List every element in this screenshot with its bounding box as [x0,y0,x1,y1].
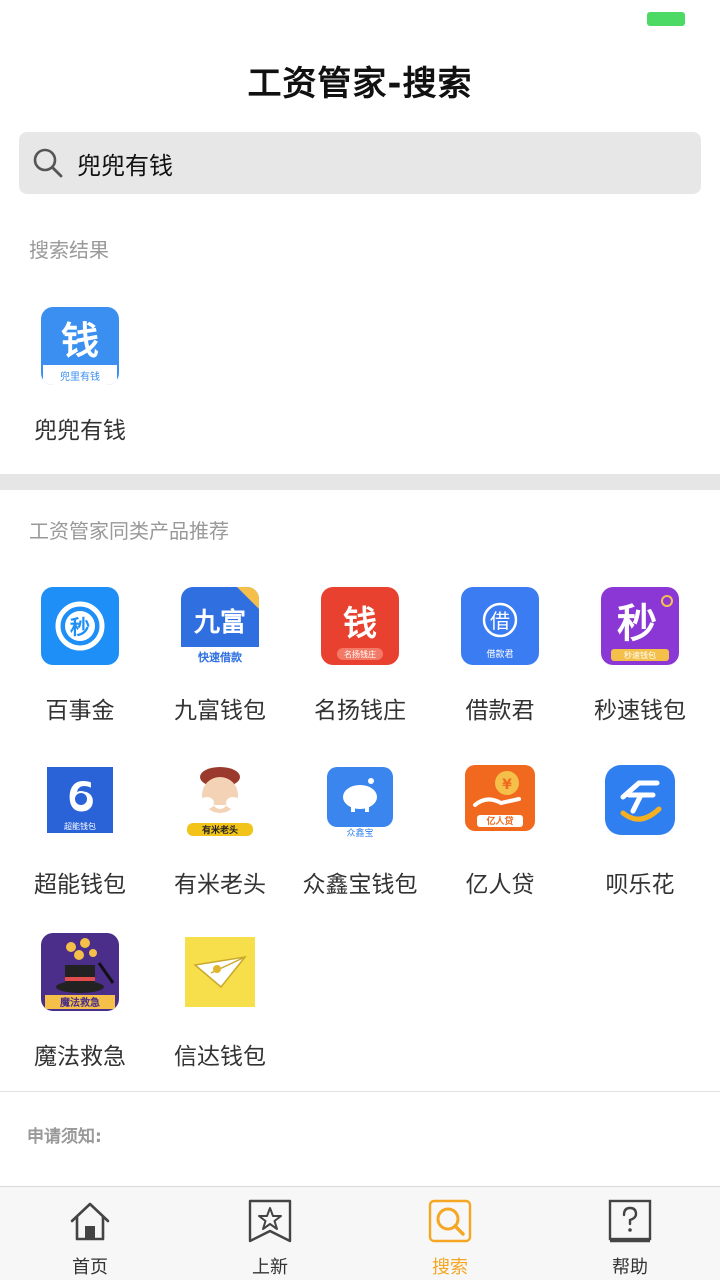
jiufu-icon: 九富 快速借款 [181,587,259,665]
home-icon [70,1202,110,1241]
recommend-app-tile[interactable]: 秒 秒速钱包 秒速钱包 [570,587,710,747]
miao-circle-icon: 秒 [41,587,119,665]
recommend-app-tile[interactable]: 九富 快速借款 九富钱包 [150,587,290,747]
status-bar [0,0,720,40]
qian-doulilyouqian-icon: 钱 兜里有钱 [41,307,119,385]
recommend-app-tile[interactable]: ¥ 亿人贷 亿人贷 [430,761,570,921]
svg-text:魔法救急: 魔法救急 [60,996,100,1009]
search-tab-icon [428,1199,472,1243]
tab-search[interactable]: 搜索 [360,1187,540,1280]
paper-plane-icon [181,933,259,1011]
search-bar[interactable] [19,132,701,194]
result-icon-caption: 兜里有钱 [60,370,100,383]
app-label: 呗乐花 [605,872,675,898]
recommend-app-tile[interactable]: 借 借款君 借款君 [430,587,570,747]
recommend-app-tile[interactable]: 信达钱包 [150,933,290,1093]
recommend-title: 工资管家同类产品推荐 [29,519,229,543]
svg-text:亿人贷: 亿人贷 [486,815,513,827]
svg-text:九富: 九富 [193,607,246,638]
app-label: 信达钱包 [174,1044,266,1070]
recommend-app-tile[interactable]: 呗乐花 [570,761,710,921]
result-app-tile[interactable]: 钱 兜里有钱 兜兜有钱 [10,307,150,467]
svg-text:钱: 钱 [343,604,377,644]
recommend-app-tile[interactable]: 魔法救急 魔法救急 [10,933,150,1093]
chaoneng-icon: 6 超能钱包 [41,761,119,839]
yirendai-icon: ¥ 亿人贷 [461,761,539,839]
miaosu-icon: 秒 秒速钱包 [601,587,679,665]
app-label: 借款君 [465,698,535,724]
section-divider [0,474,720,490]
magic-hat-icon: 魔法救急 [41,933,119,1011]
piggy-bank-icon: 众鑫宝 [321,761,399,839]
tab-label: 首页 [72,1257,108,1278]
app-label: 众鑫宝钱包 [302,872,418,898]
jiekuanjun-icon: 借 借款君 [461,587,539,665]
app-label: 名扬钱庄 [314,698,406,724]
bookmark-star-icon [248,1199,292,1243]
app-label: 亿人贷 [465,872,535,898]
recommend-app-tile[interactable]: 钱 名扬钱庄 名扬钱庄 [290,587,430,747]
bottom-tab-bar: 首页 上新 搜索 帮助 [0,1186,720,1280]
mingyang-icon: 钱 名扬钱庄 [321,587,399,665]
svg-text:借款君: 借款君 [486,648,513,660]
app-label: 魔法救急 [34,1044,126,1070]
header: 工资管家-搜索 [0,44,720,116]
tab-new[interactable]: 上新 [180,1187,360,1280]
svg-text:有米老头: 有米老头 [202,824,238,836]
search-input[interactable] [77,138,677,188]
svg-text:快速借款: 快速借款 [197,650,243,664]
search-results-title: 搜索结果 [29,238,109,262]
svg-text:众鑫宝: 众鑫宝 [346,827,373,839]
tab-label: 上新 [252,1257,288,1278]
app-label: 九富钱包 [174,698,266,724]
svg-text:借: 借 [490,609,510,633]
result-icon-text: 钱 [61,319,99,363]
recommend-app-tile[interactable]: 有米老头 有米老头 [150,761,290,921]
beilehua-icon [601,761,679,839]
notice-divider [0,1091,720,1092]
tab-help[interactable]: 帮助 [540,1187,720,1280]
search-icon [33,148,63,178]
svg-text:秒: 秒 [70,615,90,639]
svg-text:秒速钱包: 秒速钱包 [624,650,656,660]
svg-text:¥: ¥ [502,777,512,793]
page-title: 工资管家-搜索 [247,63,473,104]
help-icon [608,1199,652,1243]
svg-text:秒: 秒 [617,601,657,647]
svg-text:超能钱包: 超能钱包 [64,821,96,831]
recommend-app-tile[interactable]: 秒 百事金 [10,587,150,747]
app-label: 百事金 [45,698,115,724]
svg-text:名扬钱庄: 名扬钱庄 [344,649,376,659]
notice-label: 申请须知: [27,1127,102,1147]
battery-icon [647,12,685,26]
recommend-app-tile[interactable]: 6 超能钱包 超能钱包 [10,761,150,921]
app-label: 有米老头 [174,872,266,898]
app-label: 超能钱包 [34,872,126,898]
tab-label: 搜索 [432,1257,468,1278]
result-app-label: 兜兜有钱 [34,418,126,444]
app-label: 秒速钱包 [594,698,686,724]
tab-home[interactable]: 首页 [0,1187,180,1280]
recommend-app-tile[interactable]: 众鑫宝 众鑫宝钱包 [290,761,430,921]
youmi-oldman-icon: 有米老头 [181,761,259,839]
tab-label: 帮助 [612,1257,648,1278]
